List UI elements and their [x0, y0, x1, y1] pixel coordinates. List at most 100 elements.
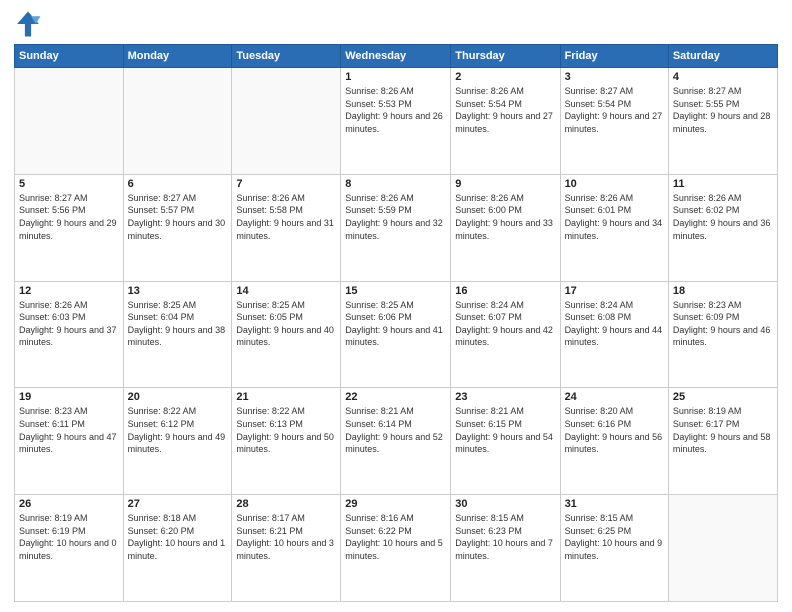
day-number: 14 — [236, 285, 336, 297]
day-info: Sunrise: 8:26 AM Sunset: 6:01 PM Dayligh… — [565, 192, 664, 242]
day-info: Sunrise: 8:27 AM Sunset: 5:57 PM Dayligh… — [128, 192, 228, 242]
day-number: 30 — [455, 498, 555, 510]
day-info: Sunrise: 8:26 AM Sunset: 6:03 PM Dayligh… — [19, 299, 119, 349]
day-info: Sunrise: 8:16 AM Sunset: 6:22 PM Dayligh… — [345, 512, 446, 562]
day-number: 10 — [565, 178, 664, 190]
weekday-header-sunday: Sunday — [15, 45, 124, 68]
weekday-header-wednesday: Wednesday — [341, 45, 451, 68]
day-info: Sunrise: 8:23 AM Sunset: 6:11 PM Dayligh… — [19, 405, 119, 455]
page: SundayMondayTuesdayWednesdayThursdayFrid… — [0, 0, 792, 612]
weekday-header-tuesday: Tuesday — [232, 45, 341, 68]
logo-icon — [14, 10, 42, 38]
day-info: Sunrise: 8:26 AM Sunset: 6:02 PM Dayligh… — [673, 192, 773, 242]
day-number: 29 — [345, 498, 446, 510]
day-number: 31 — [565, 498, 664, 510]
day-number: 24 — [565, 391, 664, 403]
day-number: 23 — [455, 391, 555, 403]
calendar-table: SundayMondayTuesdayWednesdayThursdayFrid… — [14, 44, 778, 602]
day-number: 9 — [455, 178, 555, 190]
day-number: 5 — [19, 178, 119, 190]
calendar-cell: 5 Sunrise: 8:27 AM Sunset: 5:56 PM Daylig… — [15, 174, 124, 281]
day-info: Sunrise: 8:18 AM Sunset: 6:20 PM Dayligh… — [128, 512, 228, 562]
day-number: 21 — [236, 391, 336, 403]
calendar-cell: 9 Sunrise: 8:26 AM Sunset: 6:00 PM Daylig… — [451, 174, 560, 281]
day-info: Sunrise: 8:26 AM Sunset: 5:59 PM Dayligh… — [345, 192, 446, 242]
calendar-cell: 18 Sunrise: 8:23 AM Sunset: 6:09 PM Dayli… — [668, 281, 777, 388]
day-number: 2 — [455, 71, 555, 83]
day-number: 19 — [19, 391, 119, 403]
calendar-cell: 21 Sunrise: 8:22 AM Sunset: 6:13 PM Dayli… — [232, 388, 341, 495]
calendar-cell: 16 Sunrise: 8:24 AM Sunset: 6:07 PM Dayli… — [451, 281, 560, 388]
day-number: 27 — [128, 498, 228, 510]
calendar-cell: 27 Sunrise: 8:18 AM Sunset: 6:20 PM Dayli… — [123, 495, 232, 602]
header — [14, 10, 778, 38]
calendar-cell: 12 Sunrise: 8:26 AM Sunset: 6:03 PM Dayli… — [15, 281, 124, 388]
day-info: Sunrise: 8:19 AM Sunset: 6:19 PM Dayligh… — [19, 512, 119, 562]
day-info: Sunrise: 8:17 AM Sunset: 6:21 PM Dayligh… — [236, 512, 336, 562]
weekday-header-saturday: Saturday — [668, 45, 777, 68]
day-number: 12 — [19, 285, 119, 297]
day-info: Sunrise: 8:23 AM Sunset: 6:09 PM Dayligh… — [673, 299, 773, 349]
calendar-cell: 8 Sunrise: 8:26 AM Sunset: 5:59 PM Daylig… — [341, 174, 451, 281]
day-info: Sunrise: 8:26 AM Sunset: 6:00 PM Dayligh… — [455, 192, 555, 242]
day-info: Sunrise: 8:25 AM Sunset: 6:06 PM Dayligh… — [345, 299, 446, 349]
day-info: Sunrise: 8:22 AM Sunset: 6:12 PM Dayligh… — [128, 405, 228, 455]
calendar-week-1: 1 Sunrise: 8:26 AM Sunset: 5:53 PM Daylig… — [15, 68, 778, 175]
day-info: Sunrise: 8:26 AM Sunset: 5:53 PM Dayligh… — [345, 85, 446, 135]
day-info: Sunrise: 8:22 AM Sunset: 6:13 PM Dayligh… — [236, 405, 336, 455]
day-number: 8 — [345, 178, 446, 190]
day-info: Sunrise: 8:15 AM Sunset: 6:25 PM Dayligh… — [565, 512, 664, 562]
day-info: Sunrise: 8:21 AM Sunset: 6:15 PM Dayligh… — [455, 405, 555, 455]
calendar-cell: 22Sunrise: 8:21 AM Sunset: 6:14 PM Dayli… — [341, 388, 451, 495]
day-number: 28 — [236, 498, 336, 510]
day-number: 15 — [345, 285, 446, 297]
calendar-cell: 4Sunrise: 8:27 AM Sunset: 5:55 PM Daylig… — [668, 68, 777, 175]
calendar-cell: 7 Sunrise: 8:26 AM Sunset: 5:58 PM Daylig… — [232, 174, 341, 281]
calendar-cell — [232, 68, 341, 175]
weekday-header-row: SundayMondayTuesdayWednesdayThursdayFrid… — [15, 45, 778, 68]
day-number: 3 — [565, 71, 664, 83]
day-info: Sunrise: 8:24 AM Sunset: 6:07 PM Dayligh… — [455, 299, 555, 349]
day-info: Sunrise: 8:15 AM Sunset: 6:23 PM Dayligh… — [455, 512, 555, 562]
calendar-cell: 14 Sunrise: 8:25 AM Sunset: 6:05 PM Dayli… — [232, 281, 341, 388]
day-info: Sunrise: 8:25 AM Sunset: 6:05 PM Dayligh… — [236, 299, 336, 349]
calendar-cell: 3Sunrise: 8:27 AM Sunset: 5:54 PM Daylig… — [560, 68, 668, 175]
day-number: 1 — [345, 71, 446, 83]
calendar-cell: 23 Sunrise: 8:21 AM Sunset: 6:15 PM Dayli… — [451, 388, 560, 495]
calendar-cell: 26Sunrise: 8:19 AM Sunset: 6:19 PM Dayli… — [15, 495, 124, 602]
day-info: Sunrise: 8:20 AM Sunset: 6:16 PM Dayligh… — [565, 405, 664, 455]
calendar-cell: 15 Sunrise: 8:25 AM Sunset: 6:06 PM Dayli… — [341, 281, 451, 388]
weekday-header-thursday: Thursday — [451, 45, 560, 68]
day-info: Sunrise: 8:26 AM Sunset: 5:58 PM Dayligh… — [236, 192, 336, 242]
calendar-cell: 29 Sunrise: 8:16 AM Sunset: 6:22 PM Dayli… — [341, 495, 451, 602]
calendar-cell: 13 Sunrise: 8:25 AM Sunset: 6:04 PM Dayli… — [123, 281, 232, 388]
calendar-cell — [15, 68, 124, 175]
calendar-cell: 17Sunrise: 8:24 AM Sunset: 6:08 PM Dayli… — [560, 281, 668, 388]
calendar-cell: 11Sunrise: 8:26 AM Sunset: 6:02 PM Dayli… — [668, 174, 777, 281]
calendar-cell: 24 Sunrise: 8:20 AM Sunset: 6:16 PM Dayli… — [560, 388, 668, 495]
day-number: 13 — [128, 285, 228, 297]
calendar-week-5: 26Sunrise: 8:19 AM Sunset: 6:19 PM Dayli… — [15, 495, 778, 602]
calendar-cell: 1 Sunrise: 8:26 AM Sunset: 5:53 PM Daylig… — [341, 68, 451, 175]
weekday-header-friday: Friday — [560, 45, 668, 68]
weekday-header-monday: Monday — [123, 45, 232, 68]
day-number: 7 — [236, 178, 336, 190]
calendar-cell: 10 Sunrise: 8:26 AM Sunset: 6:01 PM Dayli… — [560, 174, 668, 281]
day-number: 6 — [128, 178, 228, 190]
day-info: Sunrise: 8:26 AM Sunset: 5:54 PM Dayligh… — [455, 85, 555, 135]
day-info: Sunrise: 8:19 AM Sunset: 6:17 PM Dayligh… — [673, 405, 773, 455]
calendar-cell: 30 Sunrise: 8:15 AM Sunset: 6:23 PM Dayli… — [451, 495, 560, 602]
calendar-cell — [668, 495, 777, 602]
calendar-week-4: 19 Sunrise: 8:23 AM Sunset: 6:11 PM Dayli… — [15, 388, 778, 495]
calendar-cell: 25Sunrise: 8:19 AM Sunset: 6:17 PM Dayli… — [668, 388, 777, 495]
calendar-cell: 31 Sunrise: 8:15 AM Sunset: 6:25 PM Dayli… — [560, 495, 668, 602]
day-info: Sunrise: 8:27 AM Sunset: 5:56 PM Dayligh… — [19, 192, 119, 242]
day-number: 20 — [128, 391, 228, 403]
day-number: 18 — [673, 285, 773, 297]
calendar-cell: 19 Sunrise: 8:23 AM Sunset: 6:11 PM Dayli… — [15, 388, 124, 495]
day-info: Sunrise: 8:25 AM Sunset: 6:04 PM Dayligh… — [128, 299, 228, 349]
day-number: 22 — [345, 391, 446, 403]
day-number: 16 — [455, 285, 555, 297]
calendar-cell: 6 Sunrise: 8:27 AM Sunset: 5:57 PM Daylig… — [123, 174, 232, 281]
calendar-week-2: 5 Sunrise: 8:27 AM Sunset: 5:56 PM Daylig… — [15, 174, 778, 281]
